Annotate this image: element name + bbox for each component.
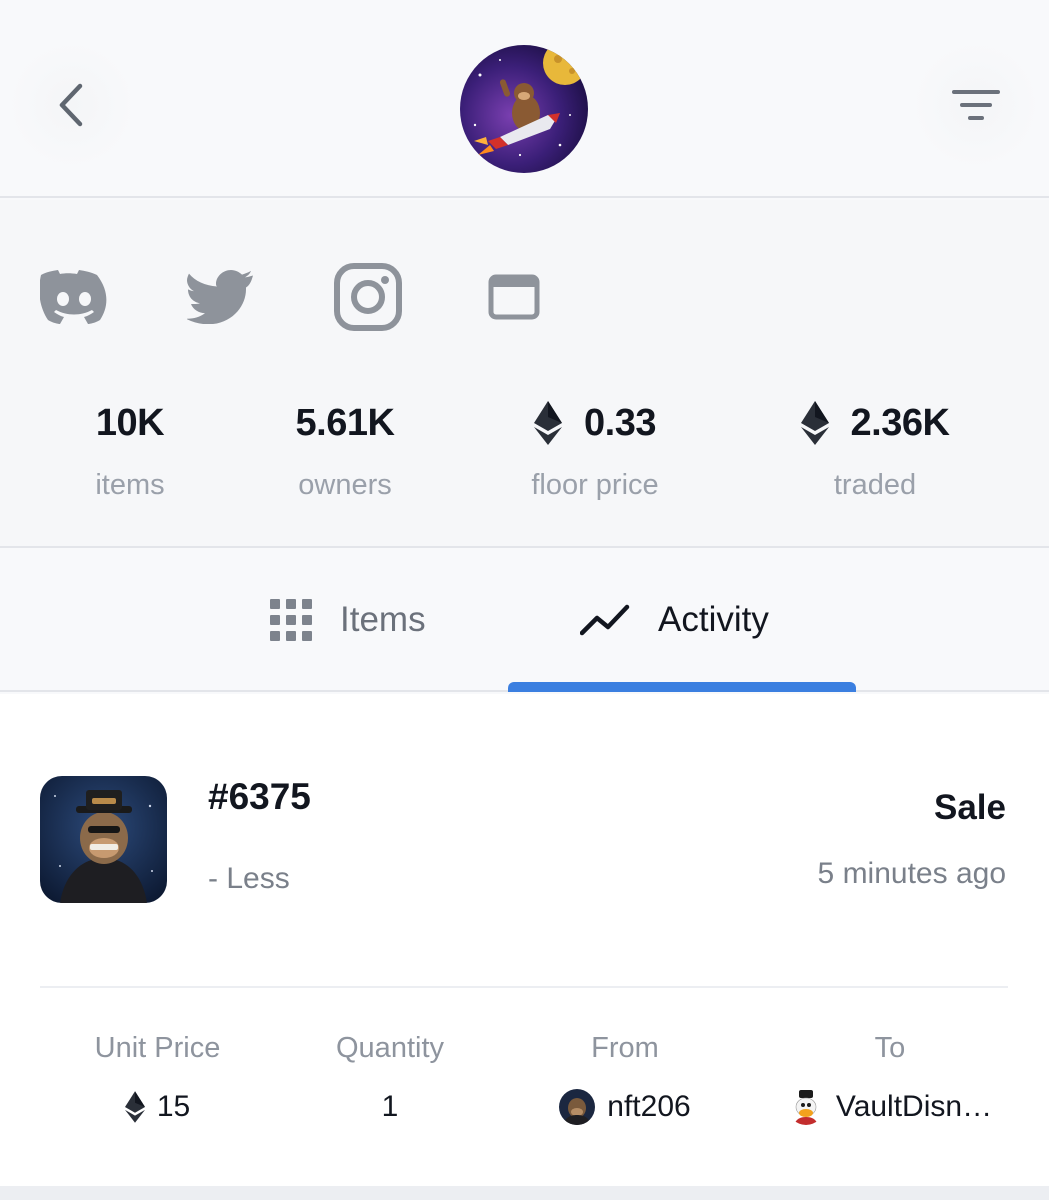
- toggle-less-link[interactable]: - Less: [208, 862, 290, 896]
- website-icon[interactable]: [488, 274, 540, 325]
- collection-avatar: [460, 45, 588, 173]
- col-quantity: Quantity 1: [300, 1032, 480, 1127]
- stat-value: 2.36K: [850, 401, 950, 444]
- stat-label: floor price: [531, 469, 659, 501]
- ethereum-icon: [800, 401, 829, 445]
- col-head: From: [591, 1032, 659, 1064]
- to-username: VaultDisn…: [835, 1090, 993, 1123]
- filter-button[interactable]: [912, 40, 1040, 170]
- stat-owners: 5.61K owners: [270, 395, 420, 502]
- instagram-icon[interactable]: [334, 263, 402, 336]
- col-head: To: [874, 1032, 906, 1064]
- nft-id[interactable]: #6375: [208, 776, 311, 818]
- from-username: nft206: [607, 1090, 691, 1123]
- discord-icon[interactable]: [39, 270, 108, 329]
- stat-traded: 2.36K traded: [785, 395, 965, 502]
- filter-icon: [952, 90, 1000, 120]
- stat-value: 10K: [95, 401, 165, 444]
- tab-activity[interactable]: Activity: [580, 550, 769, 690]
- unit-price-value: 15: [156, 1090, 191, 1123]
- col-head: Quantity: [336, 1032, 444, 1064]
- to-user[interactable]: VaultDisn…: [760, 1087, 1020, 1127]
- stat-floor-price: 0.33 floor price: [500, 395, 690, 502]
- col-to: To VaultDisn…: [760, 1032, 1020, 1127]
- active-tab-indicator: [508, 682, 856, 692]
- tab-bar: Items Activity: [0, 550, 1049, 692]
- list-separator: [0, 1186, 1049, 1200]
- stat-value: 0.33: [584, 401, 656, 444]
- avatar: [559, 1089, 596, 1125]
- col-head: Unit Price: [94, 1032, 221, 1064]
- stat-label: items: [95, 469, 165, 501]
- avatar: [787, 1089, 824, 1125]
- stat-label: traded: [833, 469, 917, 501]
- ethereum-icon: [534, 401, 563, 445]
- collection-header: [0, 0, 1049, 198]
- grid-icon: [270, 599, 312, 641]
- col-unit-price: Unit Price 15: [60, 1032, 255, 1127]
- quantity-value: 1: [381, 1090, 399, 1123]
- trending-up-icon: [580, 604, 630, 636]
- event-type: Sale: [934, 788, 1006, 827]
- from-user[interactable]: nft206: [535, 1087, 715, 1127]
- twitter-icon[interactable]: [186, 270, 253, 329]
- tab-items[interactable]: Items: [270, 550, 426, 690]
- tab-items-label: Items: [340, 600, 426, 639]
- event-time: 5 minutes ago: [817, 857, 1006, 890]
- ethereum-icon: [124, 1091, 145, 1123]
- divider: [40, 986, 1008, 988]
- col-from: From nft206: [535, 1032, 715, 1127]
- stat-items: 10K items: [60, 395, 200, 502]
- back-button[interactable]: [8, 40, 136, 170]
- stat-label: owners: [298, 469, 392, 501]
- tab-activity-label: Activity: [658, 600, 769, 639]
- nft-thumbnail[interactable]: [40, 776, 167, 903]
- stat-value: 5.61K: [295, 401, 395, 444]
- chevron-left-icon: [59, 83, 83, 127]
